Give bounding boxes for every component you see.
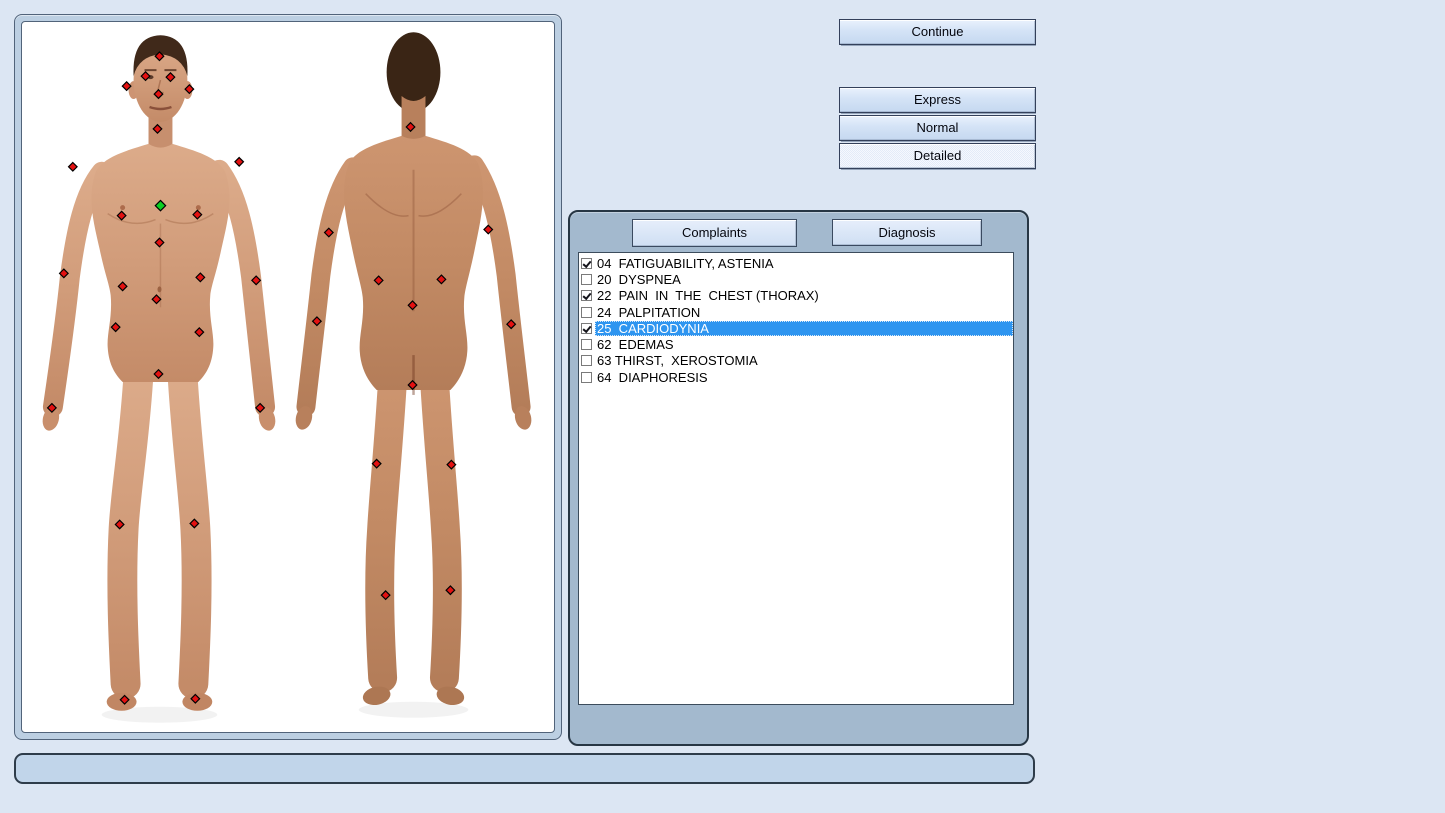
- status-bar: [14, 753, 1035, 784]
- body-map-canvas[interactable]: [21, 21, 555, 733]
- checkbox[interactable]: [581, 355, 592, 366]
- body-map-panel: [14, 14, 562, 740]
- normal-button[interactable]: Normal: [839, 115, 1036, 141]
- list-item-label: 64 DIAPHORESIS: [595, 370, 1013, 385]
- list-item[interactable]: 22 PAIN IN THE CHEST (THORAX): [579, 288, 1013, 304]
- detailed-button[interactable]: Detailed: [839, 143, 1036, 169]
- list-item[interactable]: 63 THIRST, XEROSTOMIA: [579, 353, 1013, 369]
- express-button[interactable]: Express: [839, 87, 1036, 113]
- front-figure: [40, 35, 277, 722]
- checkbox[interactable]: [581, 290, 592, 301]
- list-item[interactable]: 62 EDEMAS: [579, 336, 1013, 352]
- checkbox[interactable]: [581, 274, 592, 285]
- checkbox[interactable]: [581, 307, 592, 318]
- body-point[interactable]: [235, 158, 244, 167]
- list-item-label: 62 EDEMAS: [595, 337, 1013, 352]
- complaints-panel: Complaints Diagnosis 04 FATIGUABILITY, A…: [568, 210, 1029, 746]
- checkbox[interactable]: [581, 372, 592, 383]
- body-point[interactable]: [69, 163, 78, 172]
- list-item-label: 22 PAIN IN THE CHEST (THORAX): [595, 288, 1013, 303]
- body-map-svg: [22, 22, 554, 732]
- complaints-listbox[interactable]: 04 FATIGUABILITY, ASTENIA 20 DYSPNEA 22 …: [578, 252, 1014, 705]
- back-figure: [293, 32, 533, 717]
- list-item-label: 25 CARDIODYNIA: [595, 321, 1013, 336]
- continue-button[interactable]: Continue: [839, 19, 1036, 45]
- list-item[interactable]: 64 DIAPHORESIS: [579, 369, 1013, 385]
- list-item[interactable]: 25 CARDIODYNIA: [579, 320, 1013, 336]
- application-window: Continue Express Normal Detailed Complai…: [0, 0, 1445, 813]
- list-item[interactable]: 24 PALPITATION: [579, 304, 1013, 320]
- list-item-label: 63 THIRST, XEROSTOMIA: [595, 353, 1013, 368]
- checkbox[interactable]: [581, 258, 592, 269]
- checkbox[interactable]: [581, 323, 592, 334]
- list-item-label: 20 DYSPNEA: [595, 272, 1013, 287]
- list-item[interactable]: 04 FATIGUABILITY, ASTENIA: [579, 255, 1013, 271]
- list-item-label: 24 PALPITATION: [595, 305, 1013, 320]
- tab-complaints[interactable]: Complaints: [632, 219, 797, 247]
- list-item-label: 04 FATIGUABILITY, ASTENIA: [595, 256, 1013, 271]
- tab-diagnosis[interactable]: Diagnosis: [832, 219, 982, 246]
- list-item[interactable]: 20 DYSPNEA: [579, 271, 1013, 287]
- checkbox[interactable]: [581, 339, 592, 350]
